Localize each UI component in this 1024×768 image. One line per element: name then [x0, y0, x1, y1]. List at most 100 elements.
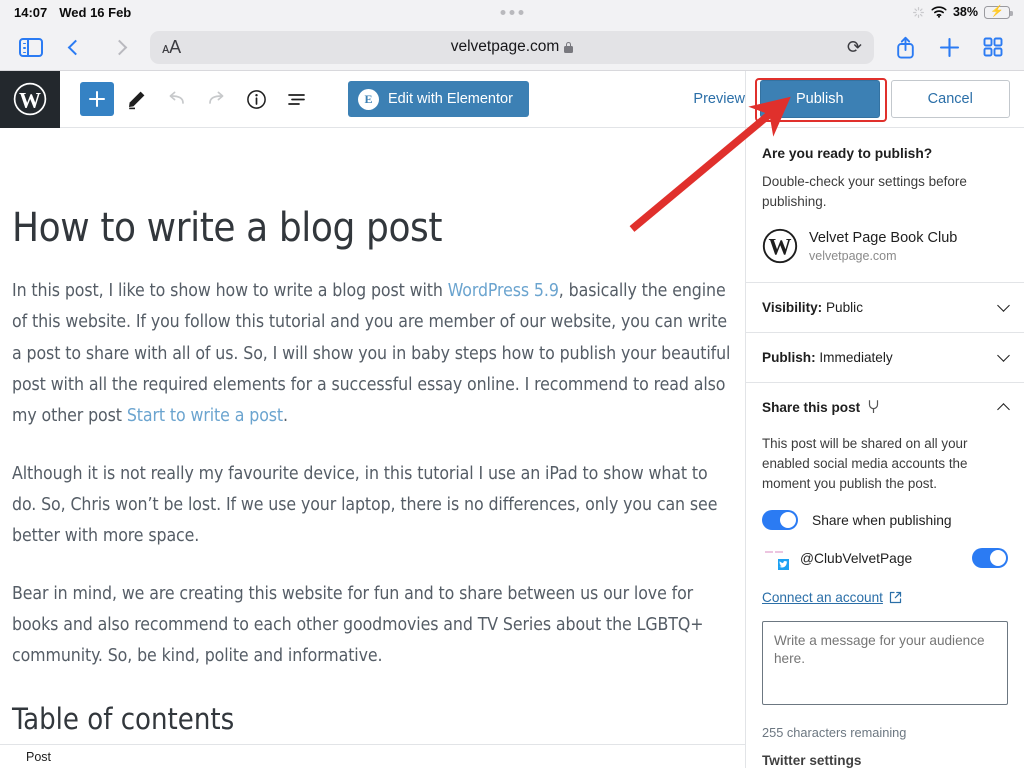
list-view-button[interactable]	[278, 81, 314, 117]
paragraph-block-1[interactable]: In this post, I like to show how to writ…	[12, 276, 733, 433]
edit-with-elementor-button[interactable]: E Edit with Elementor	[348, 81, 529, 117]
text-size-button[interactable]: ᴀA	[162, 37, 181, 58]
post-editor-canvas[interactable]: How to write a blog post In this post, I…	[0, 128, 745, 768]
battery-charging-icon: ⚡	[984, 5, 1013, 19]
info-icon	[246, 89, 266, 109]
connect-an-account-label: Connect an account	[762, 590, 883, 606]
site-name: Velvet Page Book Club	[809, 230, 958, 247]
pencil-icon	[128, 91, 144, 109]
post-details-button[interactable]	[238, 81, 274, 117]
reload-icon[interactable]: ⟳	[847, 37, 862, 58]
address-bar-url: velvetpage.com	[450, 38, 560, 55]
twitter-bird-glyph	[779, 561, 788, 568]
breadcrumb: Post	[0, 744, 745, 768]
safari-toolbar: ᴀA velvetpage.com ⟳	[0, 24, 1024, 71]
publish-button[interactable]: Publish	[760, 80, 880, 118]
heading-table-of-contents[interactable]: Table of contents	[12, 702, 733, 736]
edit-with-elementor-label: Edit with Elementor	[388, 91, 513, 107]
paragraph-1-text-b: , basically the engine of this website. …	[12, 281, 731, 427]
redo-icon	[208, 91, 223, 104]
chevron-down-icon	[997, 349, 1010, 362]
visibility-value: Public	[825, 300, 863, 316]
share-message-input[interactable]	[762, 621, 1008, 706]
site-url: velvetpage.com	[809, 249, 897, 264]
undo-button	[158, 81, 194, 117]
chevron-down-icon	[997, 299, 1010, 312]
share-description: This post will be shared on all your ena…	[762, 436, 968, 491]
ready-to-publish-title: Are you ready to publish?	[762, 146, 933, 161]
ipad-safari-wordpress-editor: 14:07 Wed 16 Feb 38% ⚡ ᴀA velvetpage.com…	[0, 0, 1024, 768]
post-title[interactable]: How to write a blog post	[12, 206, 733, 250]
plus-icon	[89, 91, 105, 107]
twitter-settings-label[interactable]: Twitter settings	[762, 753, 1008, 768]
share-icon	[896, 36, 914, 59]
redo-button	[198, 81, 234, 117]
connected-account-row: @ClubVelvetPage	[762, 548, 1008, 572]
share-when-publishing-label: Share when publishing	[812, 512, 952, 528]
account-enabled-toggle[interactable]	[972, 548, 1008, 569]
lock-icon	[564, 41, 574, 53]
account-handle: @ClubVelvetPage	[800, 550, 913, 566]
tab-overview-icon	[983, 37, 1003, 57]
forward-button	[102, 31, 136, 63]
publish-schedule-row[interactable]: Publish: Immediately	[746, 332, 1024, 382]
undo-icon	[169, 91, 184, 104]
tab-overview-button[interactable]	[976, 31, 1010, 63]
plus-icon	[939, 37, 959, 57]
forward-icon	[111, 39, 127, 55]
status-time: 14:07	[14, 4, 48, 20]
visibility-label: Visibility:	[762, 300, 823, 316]
preview-button[interactable]: Preview	[693, 91, 745, 107]
share-when-publishing-row[interactable]: Share when publishing	[762, 510, 1008, 531]
sync-icon	[912, 6, 924, 18]
battery-percent: 38%	[952, 5, 978, 19]
paragraph-1-text-c: .	[283, 406, 288, 427]
sidebar-toggle-icon	[19, 37, 43, 57]
wordpress-logo-icon: W	[13, 82, 47, 116]
sidebar-toggle-button[interactable]	[14, 31, 48, 63]
back-button[interactable]	[58, 31, 92, 63]
svg-text:W: W	[19, 88, 41, 113]
paragraph-block-3[interactable]: Bear in mind, we are creating this websi…	[12, 579, 733, 673]
ios-status-bar: 14:07 Wed 16 Feb 38% ⚡	[0, 0, 1024, 24]
share-when-publishing-toggle[interactable]	[762, 510, 798, 531]
plug-icon	[867, 399, 880, 417]
chevron-up-icon	[997, 403, 1010, 416]
twitter-icon	[777, 558, 790, 572]
breadcrumb-post[interactable]: Post	[26, 750, 51, 764]
wordpress-logo-button[interactable]: W	[0, 70, 60, 128]
share-this-post-label: Share this post	[762, 400, 861, 416]
share-this-post-row[interactable]: Share this post	[746, 382, 1024, 432]
address-bar[interactable]: ᴀA velvetpage.com ⟳	[150, 30, 874, 64]
account-avatar	[762, 548, 790, 572]
wordpress-site-icon: W	[762, 228, 798, 264]
list-view-icon	[287, 93, 305, 105]
publish-schedule-value: Immediately	[819, 350, 893, 366]
elementor-badge-icon: E	[358, 88, 379, 110]
publish-sidebar-panel: Publish Cancel Are you ready to publish?…	[745, 71, 1024, 768]
visibility-row[interactable]: Visibility: Public	[746, 282, 1024, 332]
new-tab-button[interactable]	[932, 31, 966, 63]
characters-remaining: 255 characters remaining	[762, 725, 907, 741]
edit-mode-button[interactable]	[118, 81, 154, 117]
share-button[interactable]	[888, 31, 922, 63]
cancel-button[interactable]: Cancel	[890, 80, 1010, 118]
paragraph-1-text-a: In this post, I like to show how to writ…	[12, 281, 448, 301]
publish-panel-header: Publish Cancel	[746, 71, 1024, 128]
svg-text:W: W	[769, 235, 792, 260]
publish-schedule-label: Publish:	[762, 350, 816, 366]
wifi-icon	[931, 6, 947, 18]
add-block-button[interactable]	[80, 82, 114, 116]
connect-an-account-link[interactable]: Connect an account	[762, 590, 902, 605]
link-start-to-write-a-post[interactable]: Start to write a post	[127, 406, 283, 426]
back-icon	[67, 39, 83, 55]
paragraph-block-2[interactable]: Although it is not really my favourite d…	[12, 459, 733, 553]
link-wordpress-59[interactable]: WordPress 5.9	[448, 281, 559, 301]
multitasking-handle[interactable]	[500, 9, 524, 15]
external-link-icon	[889, 592, 902, 604]
plug-glyph	[869, 399, 879, 413]
site-info-row: W Velvet Page Book Club velvetpage.com	[762, 228, 1008, 264]
status-date: Wed 16 Feb	[59, 4, 132, 20]
publish-panel-body: Are you ready to publish? Double-check y…	[746, 128, 1024, 264]
share-section-body: This post will be shared on all your ena…	[746, 432, 1024, 768]
